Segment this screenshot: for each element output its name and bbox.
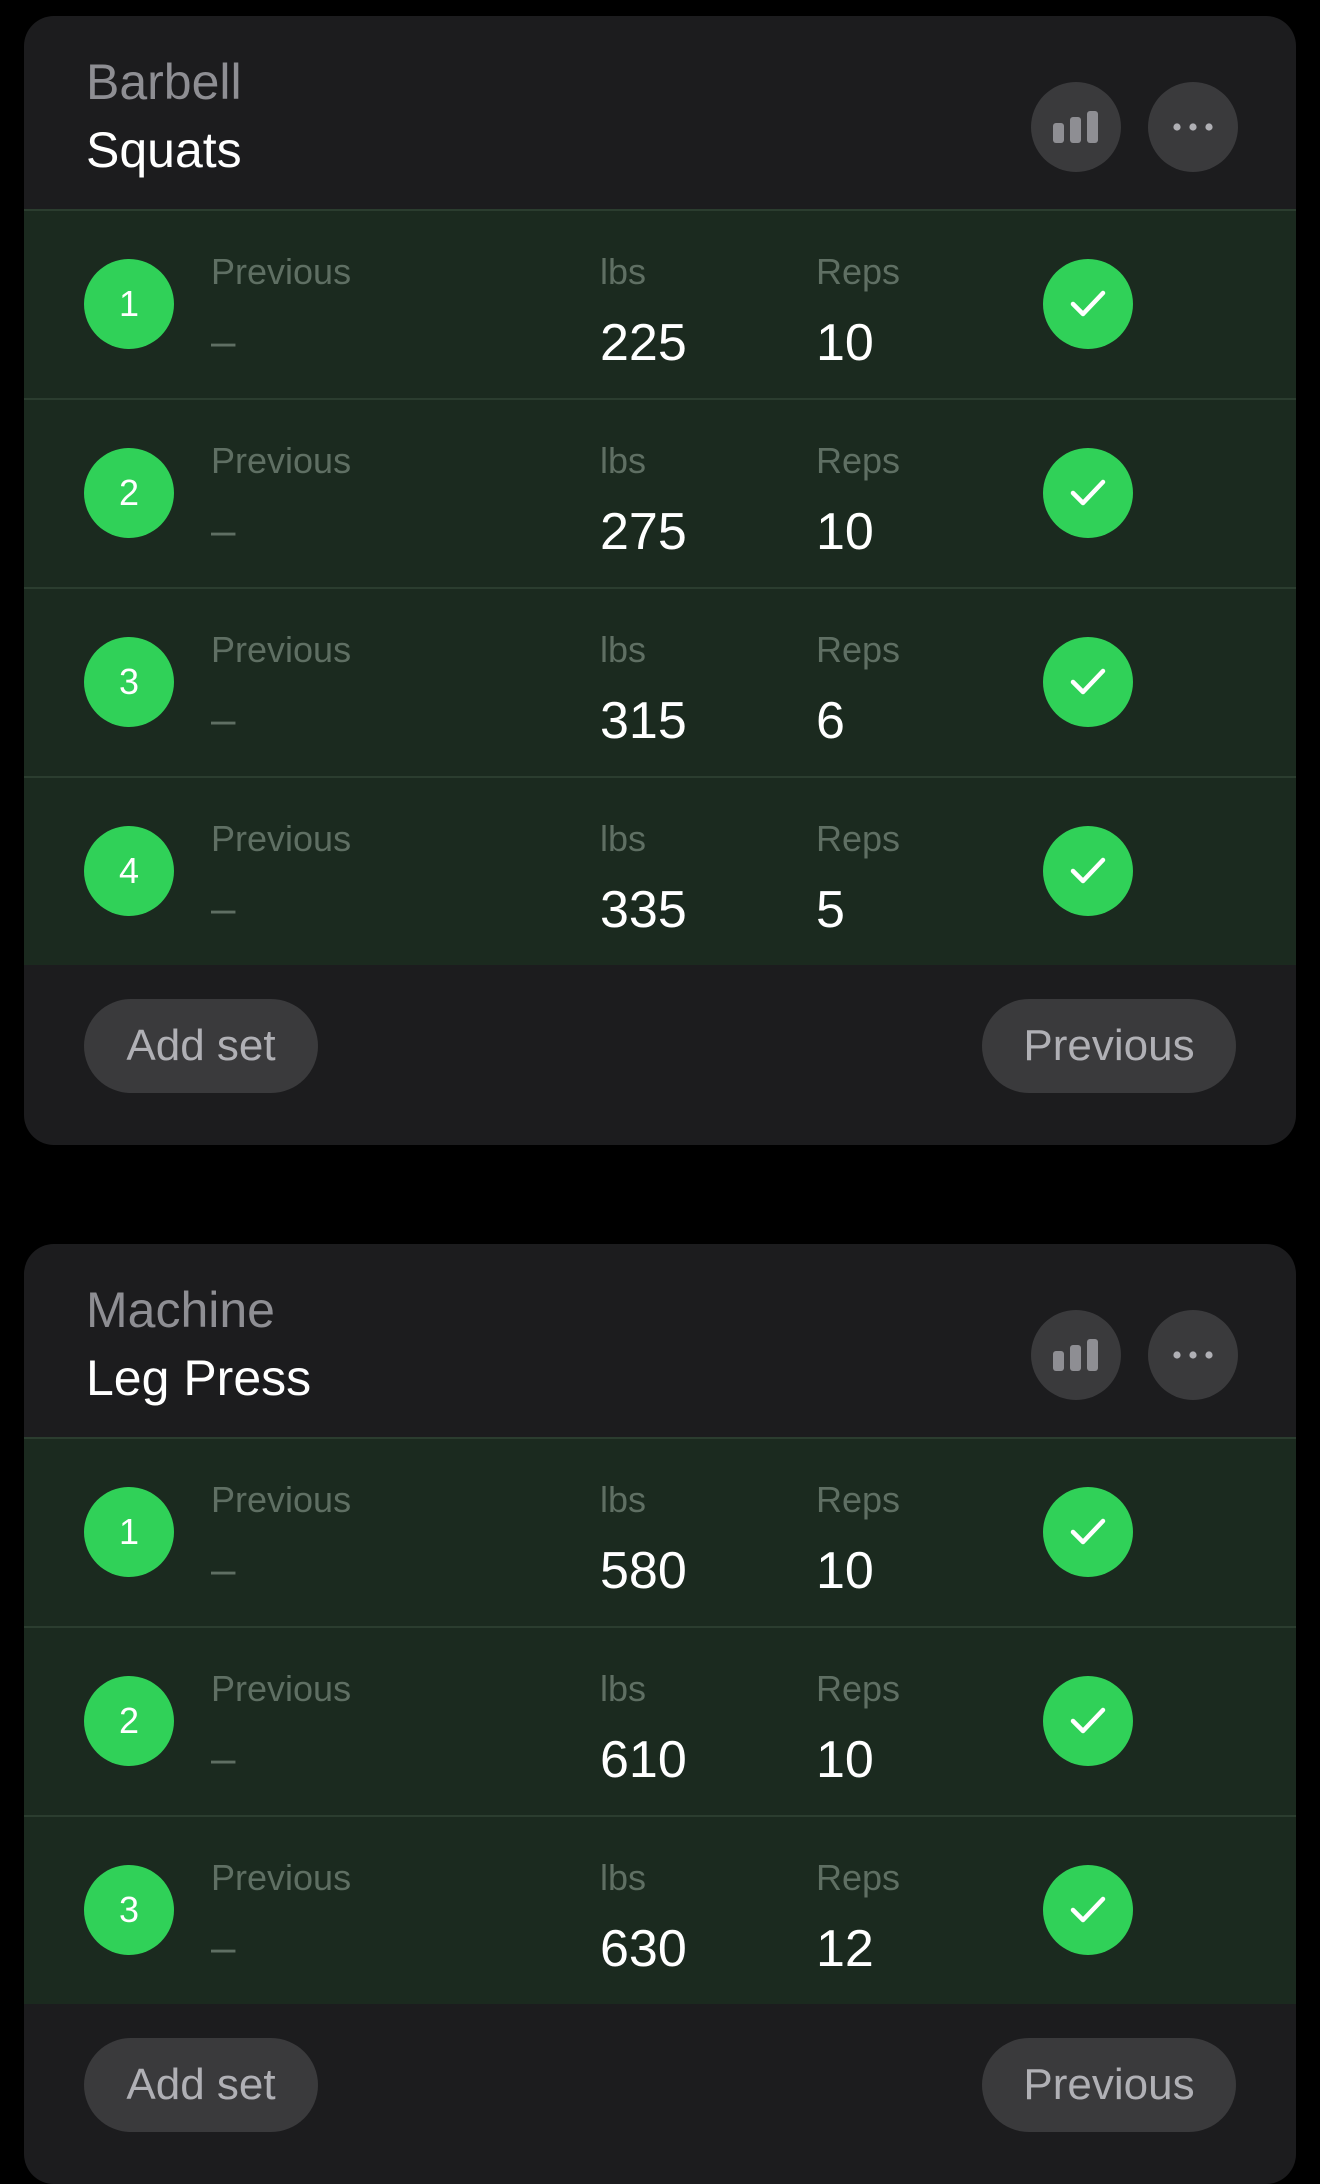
checkmark-icon [1070, 1896, 1106, 1923]
complete-set-button[interactable] [1043, 1487, 1133, 1577]
exercise-name: Squats [86, 122, 242, 178]
previous-value[interactable]: – [211, 506, 235, 556]
previous-label: Previous [211, 440, 352, 481]
exercise-category: Machine [86, 1282, 275, 1338]
set-row: 2 Previous – lbs 275 Reps 10 [24, 398, 1296, 587]
checkmark-icon [1070, 668, 1106, 695]
checkmark-icon [1070, 290, 1106, 317]
previous-button[interactable]: Previous [982, 999, 1236, 1093]
weight-label: lbs [600, 1668, 647, 1709]
weight-label: lbs [600, 1857, 647, 1898]
complete-set-button[interactable] [1043, 826, 1133, 916]
stats-button[interactable] [1031, 82, 1121, 172]
weight-field[interactable]: 610 [600, 1730, 687, 1790]
checkmark-icon [1070, 479, 1106, 506]
set-row: 1 Previous – lbs 580 Reps 10 [24, 1437, 1296, 1626]
weight-field[interactable]: 275 [600, 502, 687, 562]
previous-value[interactable]: – [211, 317, 235, 367]
reps-field[interactable]: 5 [816, 880, 845, 940]
reps-field[interactable]: 10 [816, 502, 874, 562]
exercise-card: Barbell Squats 1 Previous – lbs 225 Reps [24, 16, 1296, 1145]
complete-set-button[interactable] [1043, 259, 1133, 349]
set-row: 3 Previous – lbs 630 Reps 12 [24, 1815, 1296, 2004]
checkmark-icon [1070, 1707, 1106, 1734]
previous-button[interactable]: Previous [982, 2038, 1236, 2132]
previous-value[interactable]: – [211, 1734, 235, 1784]
add-set-button[interactable]: Add set [84, 999, 318, 1093]
exercise-footer: Add set Previous [24, 965, 1296, 1145]
set-row: 1 Previous – lbs 225 Reps 10 [24, 209, 1296, 398]
weight-label: lbs [600, 440, 647, 481]
checkmark-icon [1070, 857, 1106, 884]
exercise-header: Barbell Squats [24, 16, 1296, 209]
previous-label: Previous [211, 1479, 352, 1520]
previous-label: Previous [211, 1668, 352, 1709]
reps-label: Reps [816, 440, 901, 481]
set-row: 2 Previous – lbs 610 Reps 10 [24, 1626, 1296, 1815]
more-options-button[interactable] [1148, 1310, 1238, 1400]
set-row: 4 Previous – lbs 335 Reps 5 [24, 776, 1296, 965]
bar-chart-icon [1053, 1339, 1098, 1371]
exercise-category: Barbell [86, 54, 242, 110]
weight-field[interactable]: 225 [600, 313, 687, 373]
previous-value[interactable]: – [211, 1545, 235, 1595]
weight-field[interactable]: 315 [600, 691, 687, 751]
stats-button[interactable] [1031, 1310, 1121, 1400]
reps-label: Reps [816, 629, 901, 670]
set-number-badge[interactable]: 2 [84, 448, 174, 538]
set-number-badge[interactable]: 2 [84, 1676, 174, 1766]
reps-label: Reps [816, 1479, 901, 1520]
complete-set-button[interactable] [1043, 448, 1133, 538]
set-number-badge[interactable]: 4 [84, 826, 174, 916]
complete-set-button[interactable] [1043, 1865, 1133, 1955]
complete-set-button[interactable] [1043, 1676, 1133, 1766]
weight-field[interactable]: 335 [600, 880, 687, 940]
reps-label: Reps [816, 1668, 901, 1709]
reps-field[interactable]: 10 [816, 1541, 874, 1601]
previous-label: Previous [211, 1857, 352, 1898]
reps-label: Reps [816, 818, 901, 859]
set-list: 1 Previous – lbs 580 Reps 10 2 Previous … [24, 1437, 1296, 2004]
set-number-badge[interactable]: 3 [84, 1865, 174, 1955]
reps-field[interactable]: 6 [816, 691, 845, 751]
exercise-header: Machine Leg Press [24, 1244, 1296, 1437]
exercise-card: Machine Leg Press 1 Previous – lbs 580 R… [24, 1244, 1296, 2184]
add-set-button[interactable]: Add set [84, 2038, 318, 2132]
reps-field[interactable]: 12 [816, 1919, 874, 1979]
reps-label: Reps [816, 251, 901, 292]
exercise-footer: Add set Previous [24, 2004, 1296, 2184]
bar-chart-icon [1053, 111, 1098, 143]
exercise-name: Leg Press [86, 1350, 312, 1406]
set-list: 1 Previous – lbs 225 Reps 10 2 Previous … [24, 209, 1296, 965]
previous-label: Previous [211, 629, 352, 670]
previous-label: Previous [211, 818, 352, 859]
set-number-badge[interactable]: 1 [84, 259, 174, 349]
ellipsis-icon [1173, 1351, 1213, 1359]
weight-label: lbs [600, 818, 647, 859]
weight-label: lbs [600, 1479, 647, 1520]
checkmark-icon [1070, 1518, 1106, 1545]
previous-value[interactable]: – [211, 1923, 235, 1973]
ellipsis-icon [1173, 123, 1213, 131]
previous-value[interactable]: – [211, 884, 235, 934]
weight-field[interactable]: 630 [600, 1919, 687, 1979]
set-number-badge[interactable]: 1 [84, 1487, 174, 1577]
weight-label: lbs [600, 629, 647, 670]
previous-label: Previous [211, 251, 352, 292]
set-number-badge[interactable]: 3 [84, 637, 174, 727]
previous-value[interactable]: – [211, 695, 235, 745]
more-options-button[interactable] [1148, 82, 1238, 172]
reps-label: Reps [816, 1857, 901, 1898]
reps-field[interactable]: 10 [816, 1730, 874, 1790]
complete-set-button[interactable] [1043, 637, 1133, 727]
reps-field[interactable]: 10 [816, 313, 874, 373]
weight-label: lbs [600, 251, 647, 292]
set-row: 3 Previous – lbs 315 Reps 6 [24, 587, 1296, 776]
weight-field[interactable]: 580 [600, 1541, 687, 1601]
